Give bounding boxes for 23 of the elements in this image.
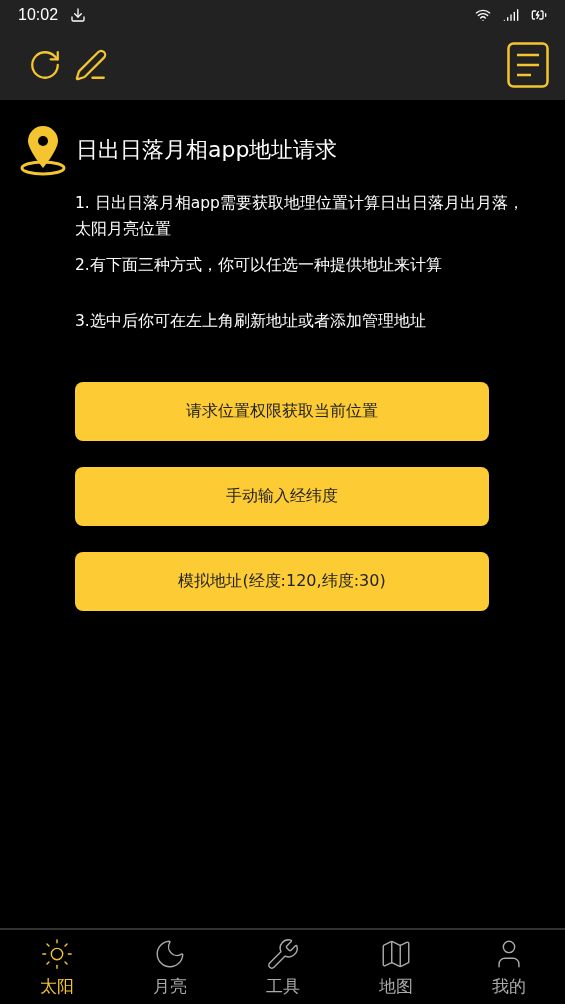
instruction-text: 1. 日出日落月相app需要获取地理位置计算日出日落月出月落，太阳月亮位置 xyxy=(75,193,525,240)
battery-icon xyxy=(531,7,547,23)
instruction-text: 2.有下面三种方式，你可以任选一种提供地址来计算 xyxy=(75,255,443,276)
page-title: 日出日落月相app地址请求 xyxy=(76,136,338,164)
location-pin-icon xyxy=(20,124,66,176)
nav-tab[interactable]: 月亮 xyxy=(113,930,226,1004)
wifi-icon xyxy=(475,7,491,23)
menu-button[interactable] xyxy=(507,42,549,88)
download-icon xyxy=(70,7,87,23)
sun-icon xyxy=(39,936,74,971)
refresh-button[interactable] xyxy=(28,48,62,82)
nav-tab[interactable]: 太阳 xyxy=(0,930,113,1004)
instruction-text: 3.选中后你可在左上角刷新地址或者添加管理地址 xyxy=(75,311,427,332)
option-button[interactable]: 模拟地址(经度:120,纬度:30) xyxy=(75,552,489,611)
status-time: 10:02 xyxy=(18,6,59,24)
wrench-icon xyxy=(265,936,300,971)
option-button[interactable]: 手动输入经纬度 xyxy=(75,467,489,526)
edit-button[interactable] xyxy=(74,48,108,82)
nav-tab[interactable]: 工具 xyxy=(226,930,339,1004)
signal-icon xyxy=(503,7,519,23)
nav-tab[interactable]: 我的 xyxy=(452,930,565,1004)
nav-tab[interactable]: 地图 xyxy=(339,930,452,1004)
option-button[interactable]: 请求位置权限获取当前位置 xyxy=(75,382,489,441)
